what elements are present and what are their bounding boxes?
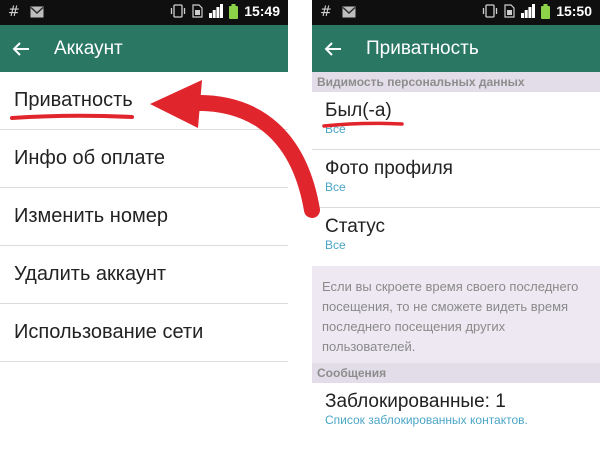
red-underline-annotation	[10, 113, 134, 120]
arrow-left-icon	[324, 41, 341, 56]
menu-item-label: Инфо об оплате	[14, 147, 166, 169]
pref-value: Все	[325, 180, 346, 194]
hash-icon: #	[320, 4, 332, 20]
hash-icon: #	[8, 4, 20, 20]
mail-icon	[342, 6, 356, 18]
pref-last-seen[interactable]: Был(-а) Все	[312, 92, 600, 150]
pref-title: Статус	[325, 216, 386, 237]
status-bar: #	[0, 0, 288, 25]
vibrate-icon	[483, 4, 498, 18]
signal-icon	[209, 4, 224, 18]
menu-item-label: Использование сети	[14, 321, 204, 343]
app-bar: Аккаунт	[0, 25, 288, 72]
menu-item-network-usage[interactable]: Использование сети	[0, 304, 288, 362]
mail-icon	[30, 6, 44, 18]
battery-icon	[229, 3, 239, 19]
menu-item-delete-account[interactable]: Удалить аккаунт	[0, 246, 288, 304]
pref-title: Фото профиля	[325, 158, 453, 179]
sim-icon	[504, 4, 515, 18]
pref-profile-photo[interactable]: Фото профиля Все	[312, 150, 600, 208]
pref-blocked-contacts[interactable]: Заблокированные: 1 Список заблокированны…	[312, 383, 600, 433]
vibrate-icon	[171, 4, 186, 18]
menu-item-privacy[interactable]: Приватность	[0, 72, 288, 130]
menu-item-label: Приватность	[14, 89, 133, 111]
arrow-left-icon	[12, 41, 29, 56]
pref-title: Был(-а)	[325, 100, 392, 121]
pref-subtitle: Список заблокированных контактов.	[325, 413, 528, 427]
app-bar: Приватность	[312, 25, 600, 72]
sim-icon	[192, 4, 203, 18]
last-seen-note: Если вы скроете время своего последнего …	[312, 266, 600, 363]
signal-icon	[521, 4, 536, 18]
clock: 15:50	[556, 3, 592, 19]
menu-item-label: Изменить номер	[14, 205, 168, 227]
pref-value: Все	[325, 238, 346, 252]
page-title: Приватность	[366, 37, 479, 59]
back-button[interactable]	[324, 39, 346, 59]
status-bar: #	[312, 0, 600, 25]
pref-status[interactable]: Статус Все	[312, 208, 600, 266]
menu-item-payment-info[interactable]: Инфо об оплате	[0, 130, 288, 188]
account-screen: # 15:49 Аккаунт Приватность Инфо об опла…	[0, 0, 288, 460]
pref-title: Заблокированные: 1	[325, 391, 506, 412]
menu-item-change-number[interactable]: Изменить номер	[0, 188, 288, 246]
clock: 15:49	[244, 3, 280, 19]
section-header-messages: Сообщения	[312, 363, 600, 383]
section-header-visibility: Видимость персональных данных	[312, 72, 600, 92]
pref-value: Все	[325, 122, 346, 136]
battery-icon	[541, 3, 551, 19]
page-title: Аккаунт	[54, 37, 123, 59]
privacy-screen: # 15:50 Приватность Видимость персональн…	[312, 0, 600, 460]
back-button[interactable]	[12, 39, 34, 59]
menu-item-label: Удалить аккаунт	[14, 263, 167, 285]
